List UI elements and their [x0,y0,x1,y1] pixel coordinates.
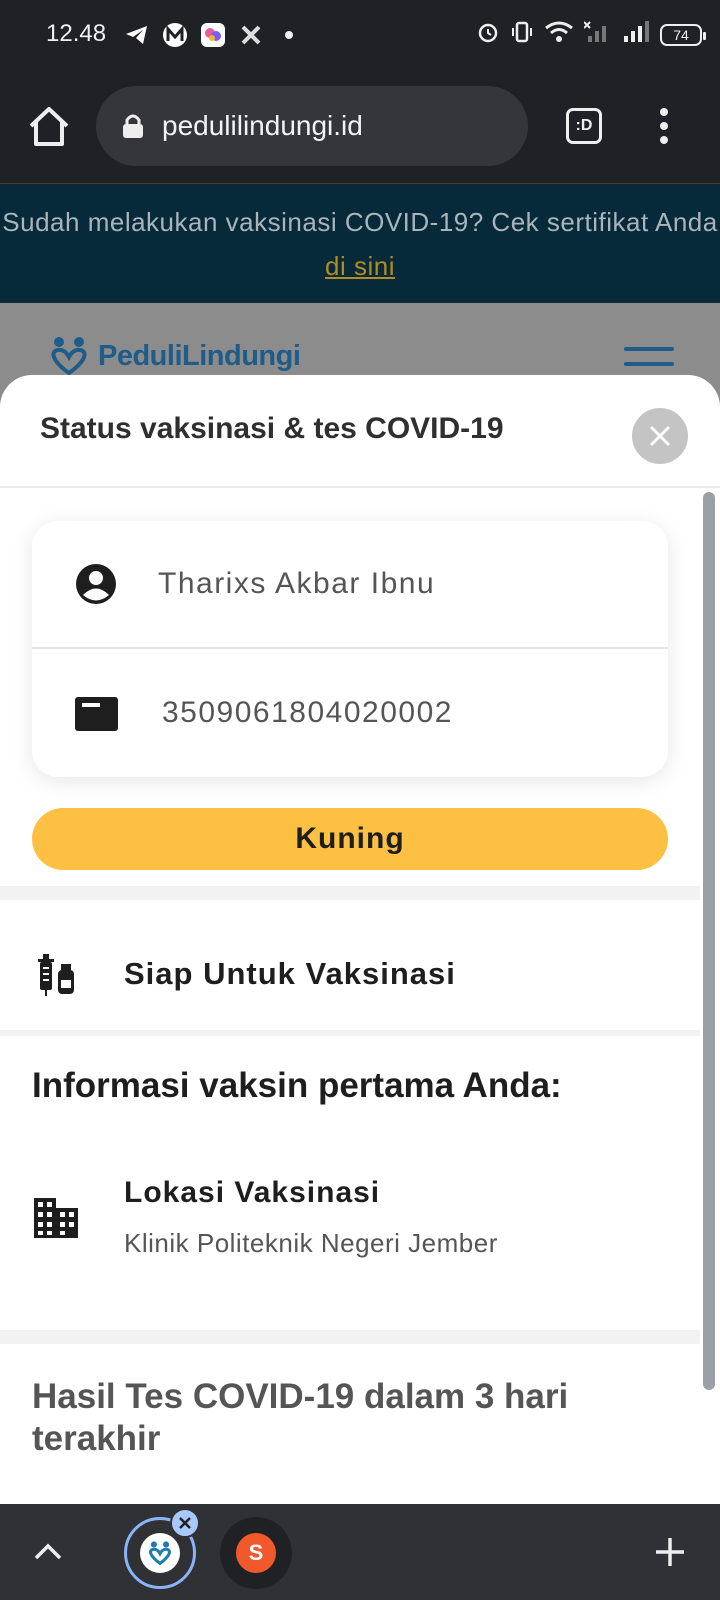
alarm-icon [476,20,500,49]
vaccination-status-label: Siap Untuk Vaksinasi [124,956,456,991]
close-button[interactable] [632,408,688,464]
signal-icon [622,20,650,49]
sheet-header: Status vaksinasi & tes COVID-19 [0,375,720,488]
tab-strip: S [0,1504,720,1600]
name-row: Tharixs Akbar Ibnu [32,521,668,649]
test-results-title: Hasil Tes COVID-19 dalam 3 hari terakhir [32,1377,569,1458]
menu-button[interactable] [652,106,676,146]
status-bar: 12.48 74 [0,0,720,72]
brand-name: PeduliLindungi [98,339,301,372]
pedulilindungi-favicon-icon [149,1541,171,1566]
id-card-icon [75,697,118,731]
shopee-icon: S [236,1533,276,1573]
id-number: 3509061804020002 [162,696,453,729]
dot-icon [276,22,302,48]
vibrate-icon [510,20,534,49]
home-icon [29,107,69,146]
app-color-icon [200,22,226,48]
sheet-title: Status vaksinasi & tes COVID-19 [40,412,504,445]
tab-shopee[interactable]: S [220,1517,292,1589]
divider [0,1330,700,1344]
home-button[interactable] [26,104,72,150]
address-bar[interactable]: pedulilindungi.id [96,86,528,166]
wifi-icon [544,20,574,49]
id-number-row: 3509061804020002 [32,649,668,777]
system-icons: 74 [476,20,706,49]
certificate-banner: Sudah melakukan vaksinasi COVID-19? Cek … [0,185,720,303]
building-icon [34,1198,78,1238]
vaccination-status-row: Siap Untuk Vaksinasi [0,918,700,1030]
status-time: 12.48 [46,20,107,47]
browser-toolbar: pedulilindungi.id :D [0,72,720,184]
location-label: Lokasi Vaksinasi [124,1176,381,1209]
brand-logo[interactable]: PeduliLindungi [46,333,301,379]
status-badge[interactable]: Kuning [32,808,668,870]
url-text: pedulilindungi.id [162,110,363,141]
signal-off-icon [583,20,612,49]
screen: 12.48 74 pedulilindungi.id:D Sudah mela… [0,0,720,1600]
vaccine-info-title: Informasi vaksin pertama Anda: [32,1066,562,1105]
new-tab-plus-icon[interactable] [652,1534,688,1570]
account-circle-icon [76,564,116,604]
menu-dot-icon [660,108,668,116]
battery-icon: 74 [660,23,706,46]
identity-card: Tharixs Akbar Ibnu 3509061804020002 [32,521,668,777]
x-icon [238,22,264,48]
app-m-icon [162,22,188,48]
divider [0,1030,700,1036]
scrollbar[interactable] [703,492,715,1390]
close-tab-button[interactable] [170,1508,200,1538]
close-icon [649,425,671,447]
banner-link[interactable]: di sini [325,251,395,281]
location-value: Klinik Politeknik Negeri Jember [124,1228,498,1258]
vaccine-icon [38,954,74,996]
telegram-icon [124,22,150,48]
chevron-up-icon[interactable] [30,1534,66,1570]
banner-text: Sudah melakukan vaksinasi COVID-19? Cek … [2,207,718,237]
notification-icons [124,22,302,48]
close-icon [179,1517,191,1529]
pedulilindungi-logo-icon [51,337,87,376]
user-name: Tharixs Akbar Ibnu [158,567,436,600]
tab-switcher-button[interactable]: :D [566,108,602,144]
lock-icon [123,114,143,138]
divider [0,886,700,900]
